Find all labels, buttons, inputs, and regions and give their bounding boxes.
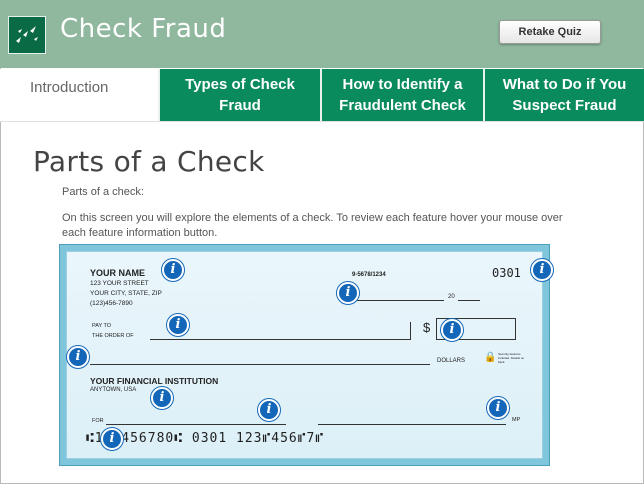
info-button-signature[interactable]: i	[487, 397, 509, 419]
tab-types-of-check-fraud[interactable]: Types of Check Fraud	[158, 69, 320, 121]
signature-line	[318, 424, 506, 425]
info-button-memo[interactable]: i	[258, 399, 280, 421]
tab-label: How to Identify a Fraudulent Check	[339, 76, 466, 114]
dollar-sign: $	[423, 320, 431, 335]
payee-line-end	[410, 322, 411, 340]
subheading: Parts of a check:	[62, 186, 144, 198]
payee-line	[150, 339, 410, 340]
tab-label: What to Do if You Suspect Fraud	[502, 76, 627, 114]
page-title: Parts of a Check	[33, 145, 265, 178]
info-button-name[interactable]: i	[162, 259, 184, 281]
order-of-label: THE ORDER OF	[92, 333, 134, 339]
date-line	[350, 300, 444, 301]
info-button-payee[interactable]: i	[167, 314, 189, 336]
info-button-amount[interactable]: i	[441, 319, 463, 341]
description: On this screen you will explore the elem…	[62, 212, 563, 239]
security-note: Security features included. Details on b…	[498, 352, 525, 364]
bank-logo-icon	[8, 16, 46, 54]
memo-line	[106, 424, 286, 425]
check-number: 0301	[492, 266, 521, 280]
routing-fraction: 9-5678/1234	[352, 272, 386, 278]
check-street: 123 YOUR STREET	[90, 280, 149, 287]
tab-how-to-identify[interactable]: How to Identify a Fraudulent Check	[320, 69, 483, 121]
app-title: Check Fraud	[60, 14, 227, 44]
bank-city: ANYTOWN, USA	[90, 387, 137, 393]
tab-what-to-do[interactable]: What to Do if You Suspect Fraud	[483, 69, 644, 121]
info-button-amount-words[interactable]: i	[67, 346, 89, 368]
check-phone: (123)456-7890	[90, 300, 133, 307]
dollars-label: DOLLARS	[437, 358, 466, 364]
check-city: YOUR CITY, STATE, ZIP	[90, 290, 162, 297]
amount-words-line	[90, 364, 430, 365]
memo-label: FOR	[92, 418, 104, 424]
date-year-line	[458, 300, 480, 301]
info-button-bank[interactable]: i	[151, 387, 173, 409]
app-header: Check Fraud Retake Quiz	[0, 0, 644, 68]
lock-icon: 🔒	[484, 352, 497, 363]
tab-divider	[0, 121, 644, 122]
info-button-date[interactable]: i	[337, 282, 359, 304]
tab-introduction[interactable]: Introduction	[0, 69, 158, 121]
info-button-micr[interactable]: i	[101, 428, 123, 450]
bank-name: YOUR FINANCIAL INSTITUTION	[90, 376, 219, 386]
signature-label: MP	[512, 417, 521, 423]
pay-to-label: PAY TO	[92, 323, 112, 329]
info-button-check-number[interactable]: i	[531, 259, 553, 281]
check-name: YOUR NAME	[90, 268, 146, 278]
tab-label: Types of Check Fraud	[185, 76, 295, 114]
date-label: 20	[448, 294, 455, 300]
retake-quiz-button[interactable]: Retake Quiz	[499, 20, 601, 44]
